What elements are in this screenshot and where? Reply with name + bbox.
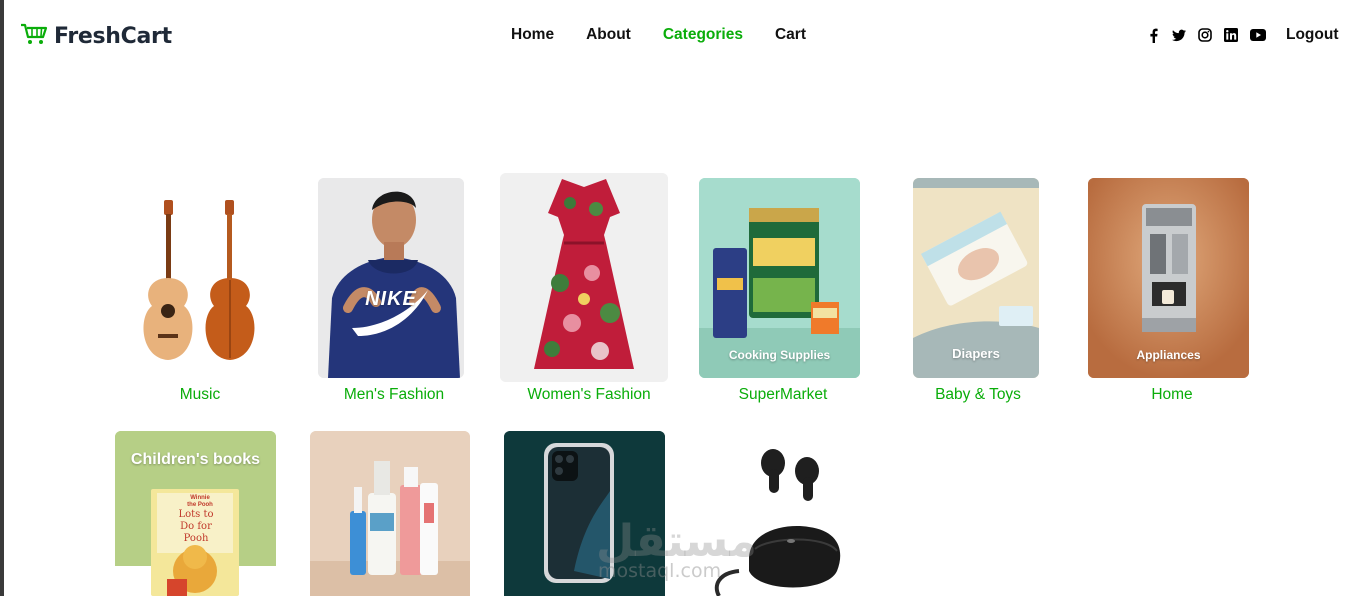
category-label[interactable]: SuperMarket <box>693 386 873 404</box>
category-image: Cooking Supplies <box>699 178 860 378</box>
twitter-icon[interactable] <box>1172 28 1186 42</box>
nav-home[interactable]: Home <box>511 26 554 44</box>
dress-illustration <box>500 173 668 382</box>
category-card-supermarket[interactable]: Cooking Supplies SuperMarket <box>693 176 873 416</box>
logout-button[interactable]: Logout <box>1286 26 1339 44</box>
category-image: Appliances <box>1088 178 1249 378</box>
category-card-mens-fashion[interactable]: NIKE Men's Fashion <box>304 176 484 416</box>
youtube-icon[interactable] <box>1250 28 1266 42</box>
facebook-icon[interactable] <box>1146 28 1160 43</box>
book-title: Lots to Do for Pooh <box>178 509 214 544</box>
category-card-womens-fashion[interactable]: Women's Fashion <box>499 173 679 416</box>
brand[interactable]: FreshCart <box>20 22 172 51</box>
skincare-illustration <box>310 431 470 596</box>
category-label[interactable]: Baby & Toys <box>888 386 1068 404</box>
category-image: Children's books Winnie the Pooh Lots to… <box>115 431 276 596</box>
instagram-icon[interactable] <box>1198 28 1212 42</box>
image-caption: Appliances <box>1136 348 1201 362</box>
nav-about[interactable]: About <box>586 26 631 44</box>
category-card-music[interactable]: Music <box>110 176 290 416</box>
book-brand: Winnie the Pooh <box>187 495 213 508</box>
watermark: مستقل mostaql.com <box>596 516 757 583</box>
brand-print: NIKE <box>365 288 417 310</box>
category-card-home[interactable]: Appliances Home <box>1082 176 1262 416</box>
guitar-illustration <box>143 200 255 360</box>
cart-logo-icon <box>20 22 48 51</box>
nav-cart[interactable]: Cart <box>775 26 806 44</box>
image-caption: Children's books <box>130 451 261 468</box>
nav-categories[interactable]: Categories <box>663 26 743 44</box>
category-card-childrens-books[interactable]: Children's books Winnie the Pooh Lots to… <box>115 431 295 596</box>
navbar: FreshCart Home About Categories Cart Log… <box>4 0 1347 74</box>
category-label[interactable]: Women's Fashion <box>499 386 679 404</box>
category-label[interactable]: Men's Fashion <box>304 386 484 404</box>
category-image <box>120 178 280 378</box>
category-label[interactable]: Music <box>110 386 290 404</box>
main-nav: Home About Categories Cart <box>511 26 806 44</box>
category-image <box>310 431 470 596</box>
category-image: Diapers <box>913 178 1039 378</box>
hoodie-model-illustration <box>318 178 464 378</box>
category-label[interactable]: Home <box>1082 386 1262 404</box>
watermark-arabic: مستقل <box>596 516 757 567</box>
image-caption: Diapers <box>952 346 1000 361</box>
nav-right: Logout <box>1146 26 1339 44</box>
image-caption: Cooking Supplies <box>728 348 831 362</box>
brand-name: FreshCart <box>54 24 172 49</box>
category-card-baby-toys[interactable]: Diapers Baby & Toys <box>888 176 1068 416</box>
window-edge <box>0 0 4 596</box>
linkedin-icon[interactable] <box>1224 28 1238 42</box>
category-image: NIKE <box>318 178 464 378</box>
category-image <box>500 173 668 382</box>
category-card-beauty[interactable] <box>310 431 490 596</box>
